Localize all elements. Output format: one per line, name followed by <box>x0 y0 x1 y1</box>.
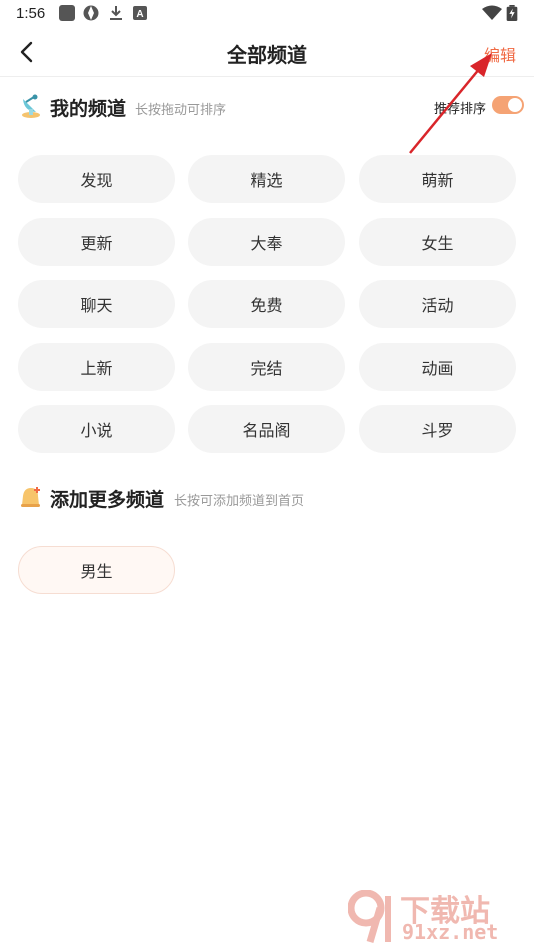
channel-chip[interactable]: 精选 <box>188 155 345 203</box>
font-a-icon: A <box>133 6 147 20</box>
more-channels-title: 添加更多频道 <box>50 489 165 511</box>
channel-chip[interactable]: 聊天 <box>18 280 175 328</box>
watermark-logo: 下载站 91xz.net <box>348 886 528 946</box>
watermark-line2: 91xz.net <box>402 920 499 944</box>
battery-icon <box>506 5 518 21</box>
channel-chip[interactable]: 动画 <box>359 342 516 391</box>
top-app-bar: 全部频道 编辑 <box>0 28 534 77</box>
more-channel-chip[interactable]: 男生 <box>18 546 175 594</box>
toggle-knob <box>508 98 522 112</box>
channel-chip[interactable]: 小说 <box>18 405 175 453</box>
download-icon <box>110 6 122 20</box>
my-channels-header: 我的频道 长按拖动可排序 推荐排序 <box>18 93 524 123</box>
channel-chip[interactable]: 女生 <box>359 217 516 266</box>
channel-chip[interactable]: 萌新 <box>359 155 516 203</box>
page-title: 全部频道 <box>227 43 307 67</box>
channel-chip[interactable]: 活动 <box>359 280 516 328</box>
channel-chip[interactable]: 上新 <box>18 342 175 391</box>
channel-chip[interactable]: 免费 <box>188 280 345 328</box>
more-channels-hint: 长按可添加频道到首页 <box>174 494 305 509</box>
status-time: 1:56 <box>16 5 46 22</box>
annotation-arrow <box>409 53 492 154</box>
channel-chip[interactable]: 大奉 <box>188 217 345 266</box>
more-channels-header: 添加更多频道 长按可添加频道到首页 <box>18 484 524 514</box>
aperture-icon <box>83 5 99 21</box>
recommend-sort-label: 推荐排序 <box>433 102 486 117</box>
channel-chip[interactable]: 斗罗 <box>359 405 516 453</box>
app-square-icon <box>59 5 75 21</box>
logo-91-icon <box>348 890 391 943</box>
edit-button[interactable]: 编辑 <box>484 42 516 66</box>
status-bar: 1:56 A <box>0 0 534 28</box>
wifi-icon <box>482 5 502 20</box>
satellite-dish-icon <box>22 94 40 118</box>
bell-add-icon <box>21 487 40 507</box>
channel-chip[interactable]: 完结 <box>188 342 345 391</box>
my-channels-hint: 长按拖动可排序 <box>135 103 227 118</box>
recommend-sort-toggle[interactable] <box>492 96 524 114</box>
channel-chip[interactable]: 名品阁 <box>188 405 345 453</box>
channel-chip[interactable]: 发现 <box>18 155 175 203</box>
svg-text:A: A <box>136 9 143 20</box>
my-channels-title: 我的频道 <box>50 98 127 120</box>
channel-chip[interactable]: 更新 <box>18 217 175 266</box>
